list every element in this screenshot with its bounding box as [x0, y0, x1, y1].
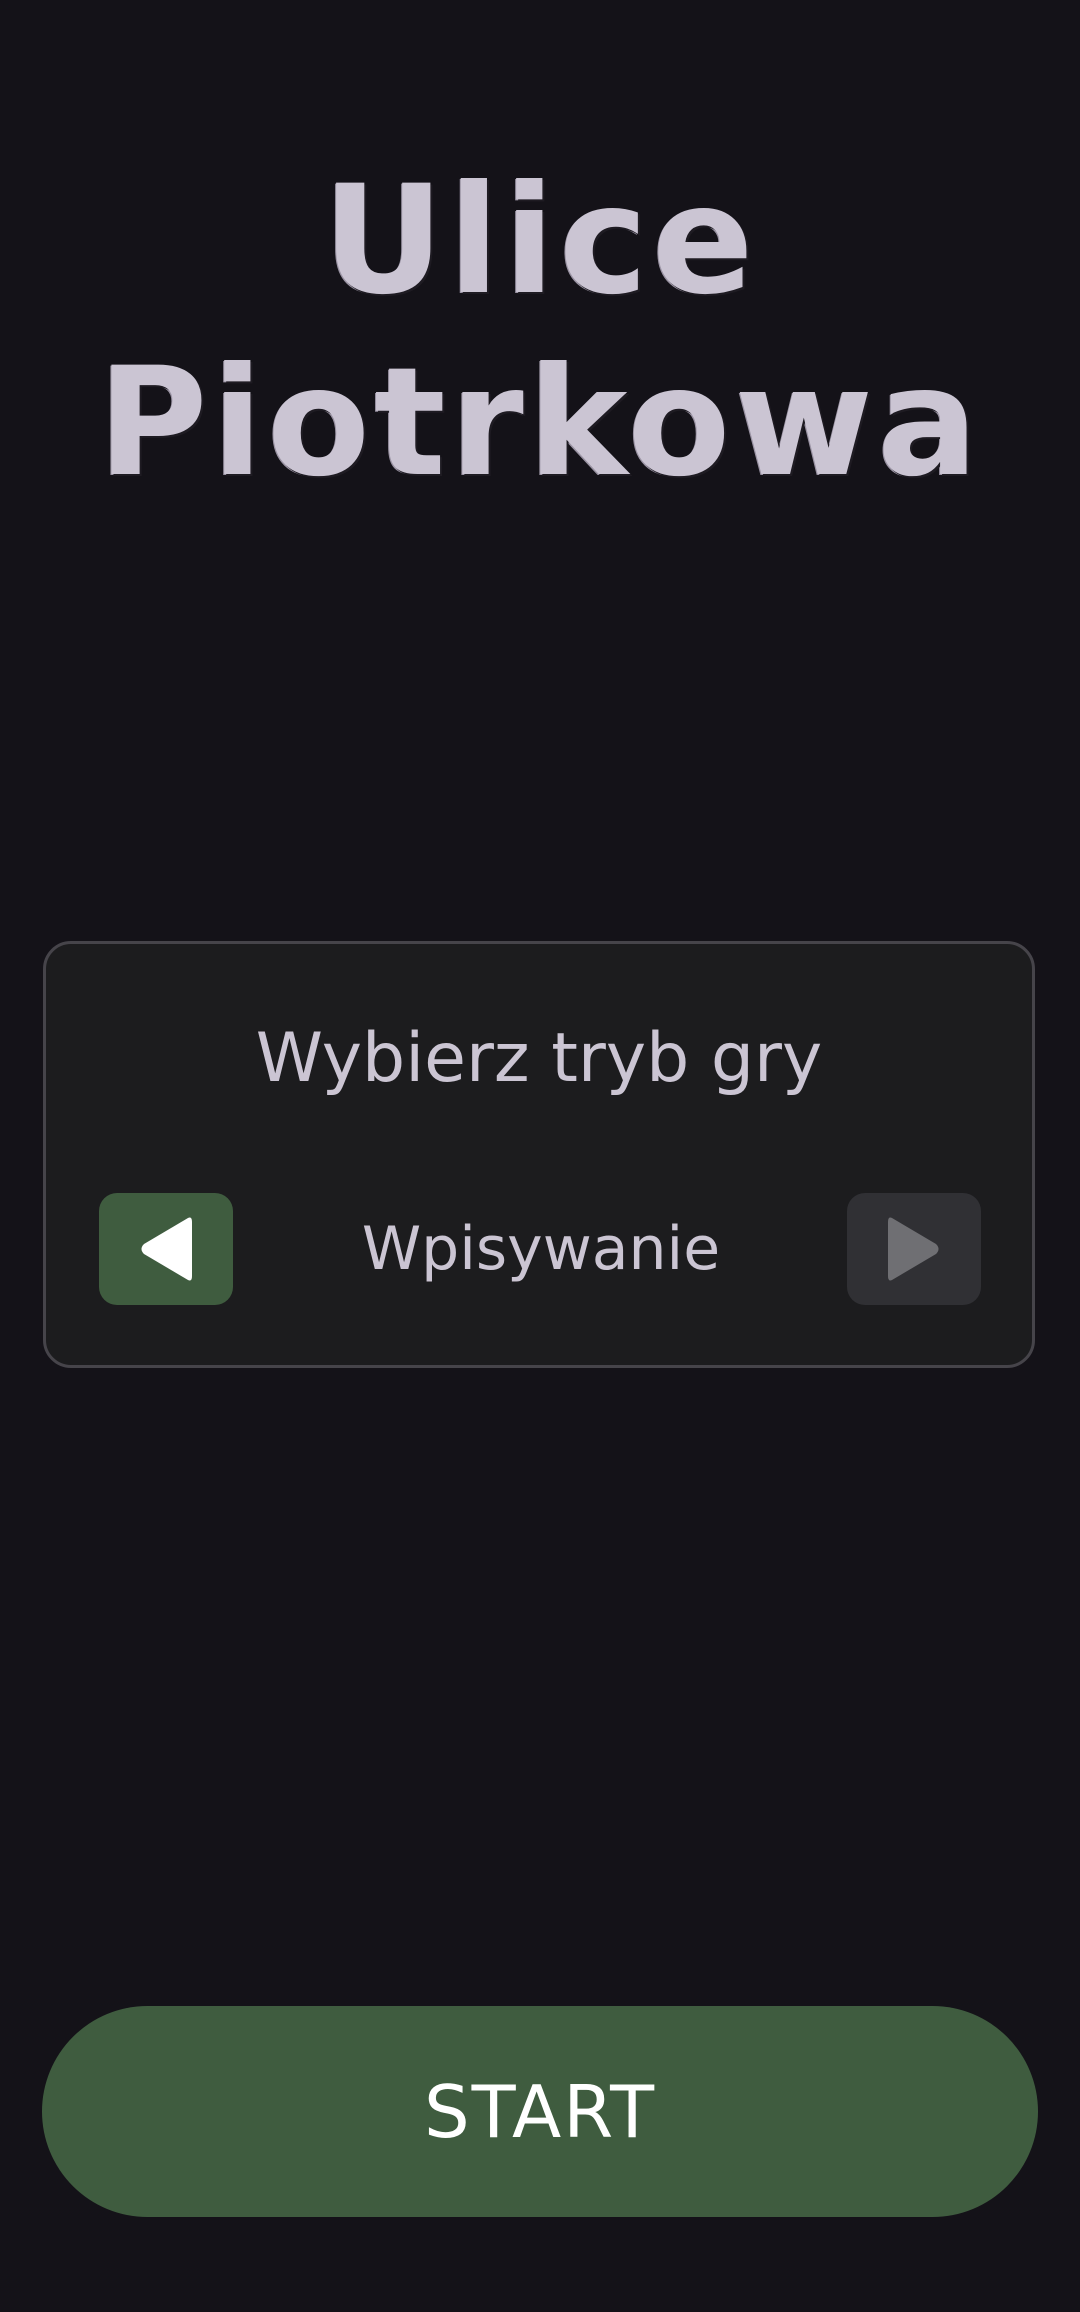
previous-mode-button[interactable]: [99, 1193, 233, 1305]
app-title-line-2: Piotrkowa: [97, 336, 983, 510]
game-mode-heading: Wybierz tryb gry: [255, 1019, 823, 1098]
game-mode-card: Wybierz tryb gry Wpisywanie: [43, 941, 1035, 1368]
current-game-mode: Wpisywanie: [361, 1214, 721, 1284]
next-mode-button[interactable]: [847, 1193, 981, 1305]
triangle-left-icon: [141, 1217, 192, 1281]
triangle-right-icon: [888, 1217, 939, 1281]
main-menu-screen: Ulice Piotrkowa Wybierz tryb gry Wpisywa…: [0, 0, 1080, 2312]
start-button[interactable]: START: [42, 2006, 1038, 2217]
app-title-line-1: Ulice: [322, 154, 758, 328]
app-title: Ulice Piotrkowa: [0, 150, 1080, 514]
